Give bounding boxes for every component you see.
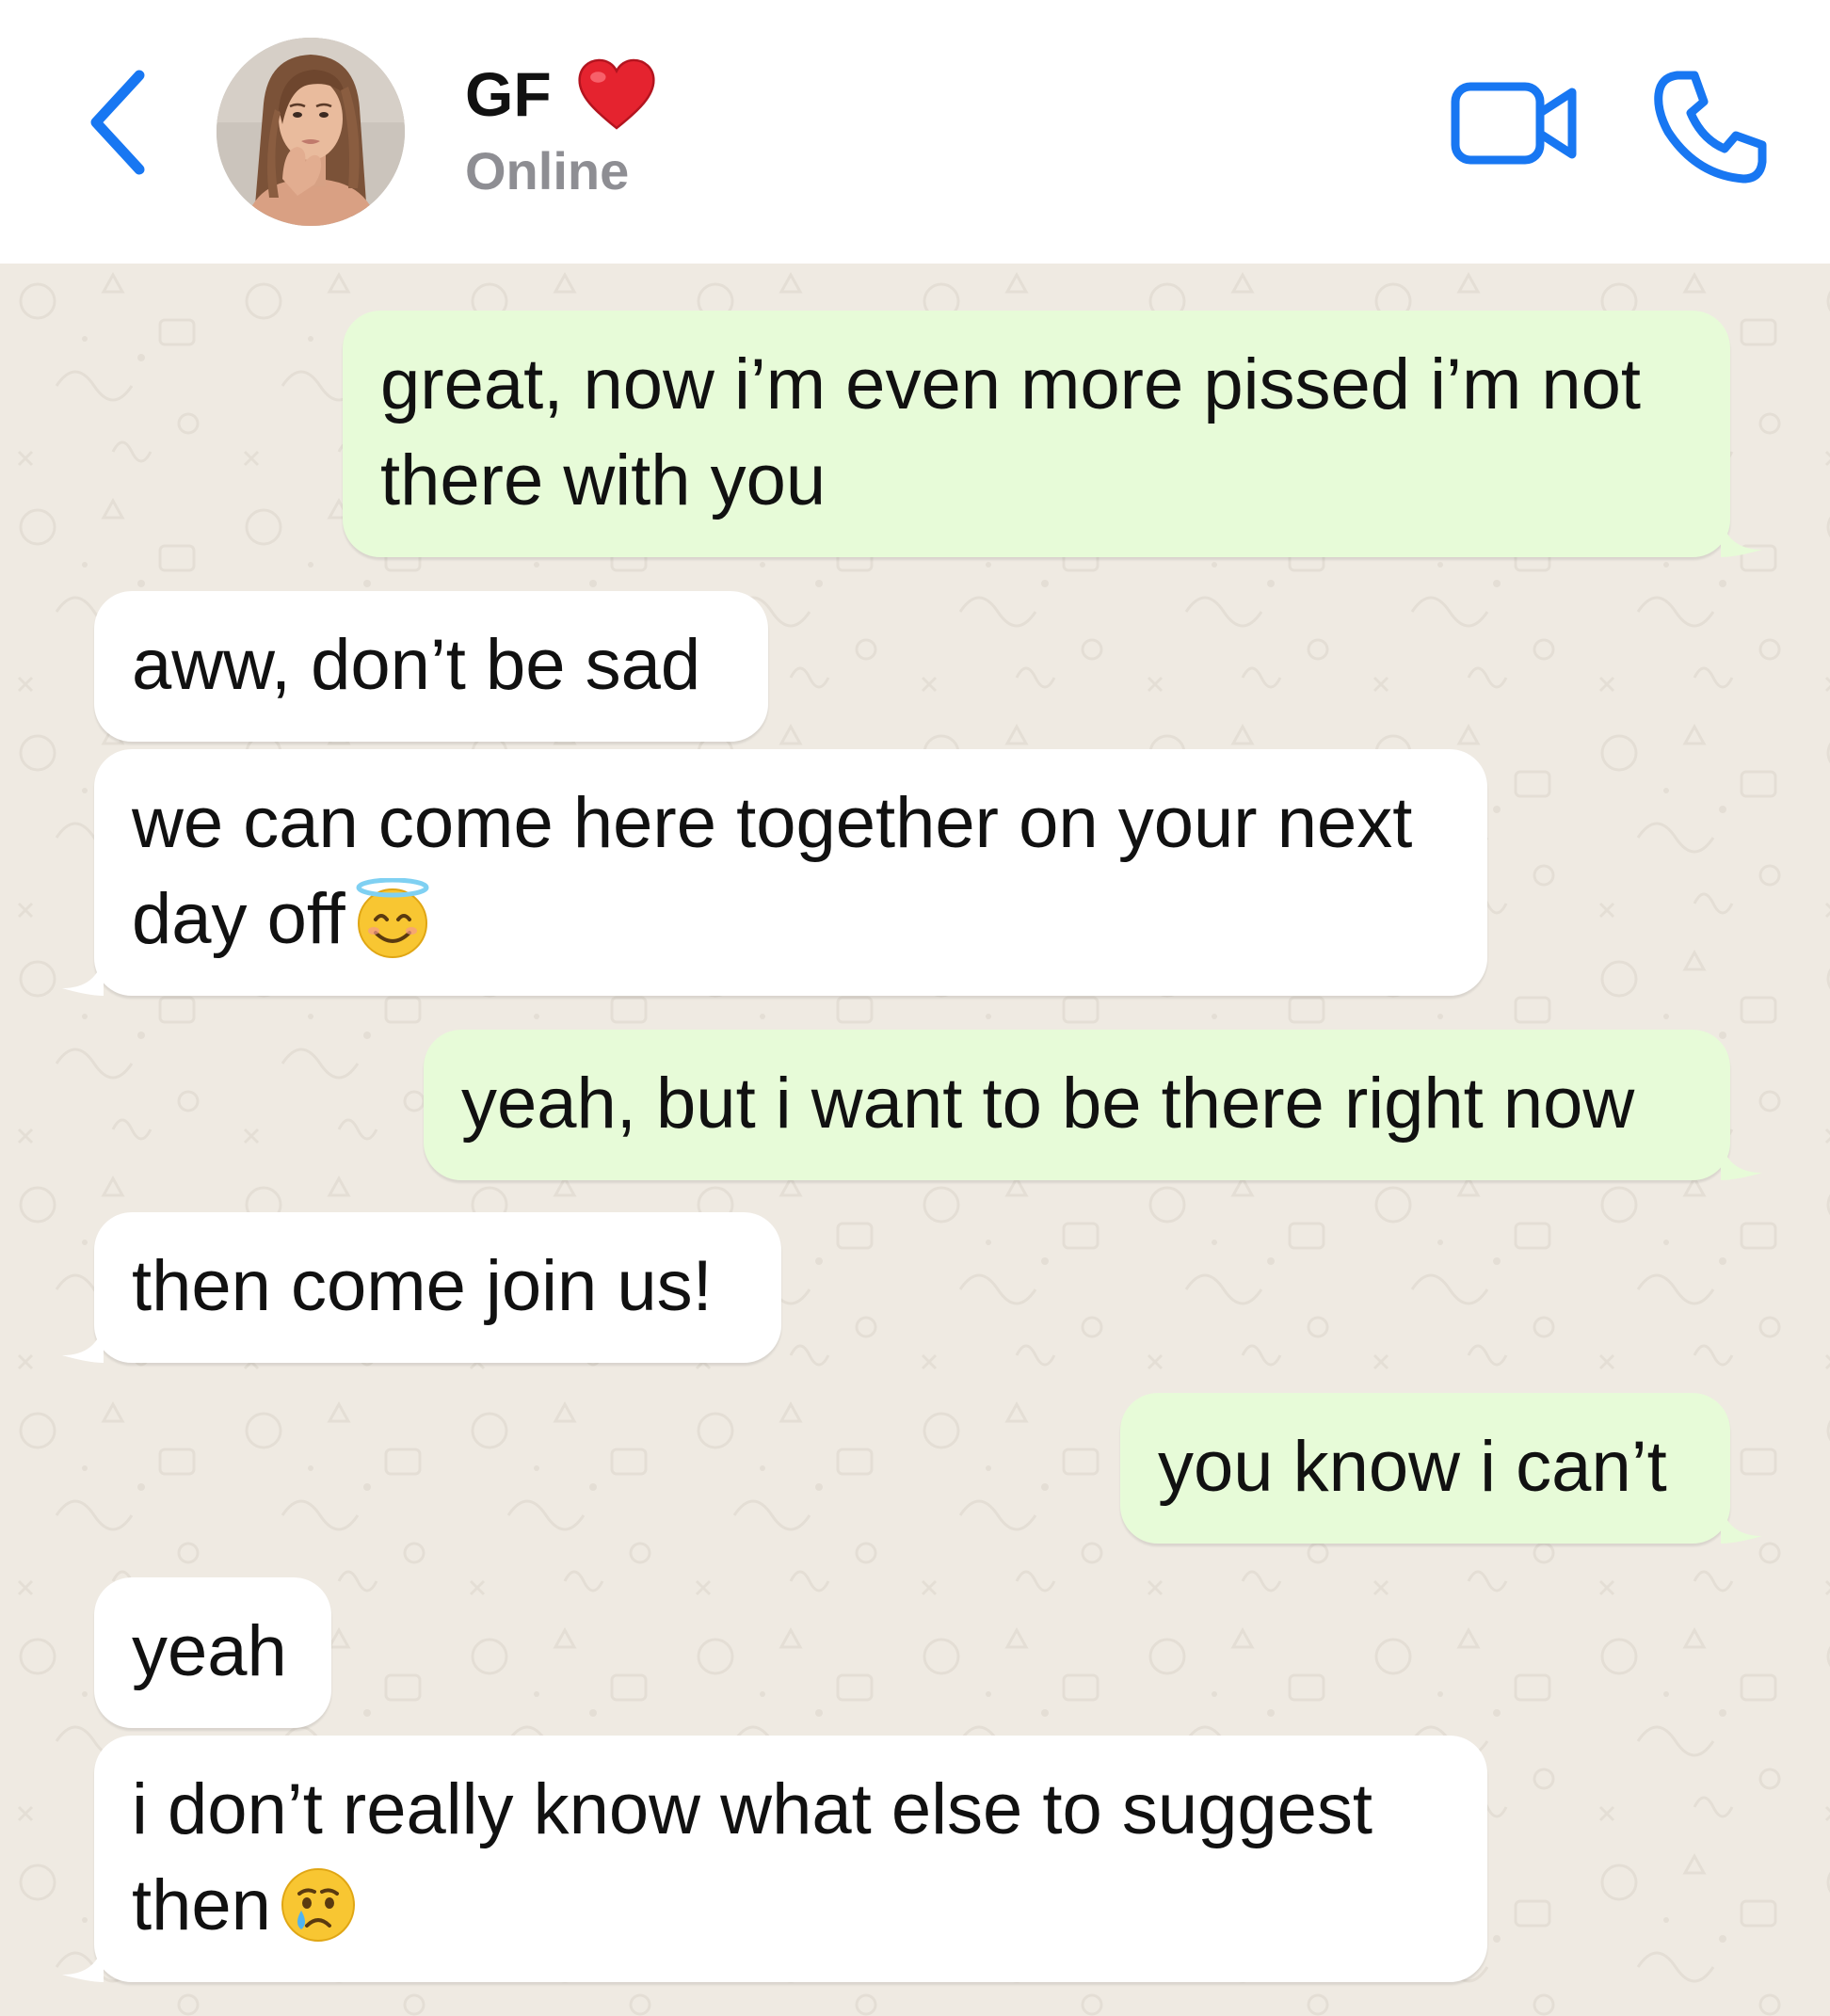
incoming-message[interactable]: i don’t really know what else to suggest… bbox=[62, 1736, 1487, 1982]
chat-area[interactable]: great, now i’m even more pissed i’m not … bbox=[0, 264, 1830, 2016]
outgoing-message[interactable]: great, now i’m even more pissed i’m not … bbox=[343, 311, 1762, 557]
video-call-button[interactable] bbox=[1450, 77, 1581, 171]
smiling-face-with-halo-icon bbox=[356, 877, 429, 958]
message-text: you know i can’t bbox=[1158, 1427, 1667, 1507]
message-text: we can come here together on your next d… bbox=[132, 783, 1413, 959]
incoming-message[interactable]: we can come here together on your next d… bbox=[62, 749, 1487, 996]
bubble-tail bbox=[1721, 516, 1762, 557]
incoming-message[interactable]: aww, don’t be sad bbox=[94, 591, 768, 742]
message-text: then come join us! bbox=[132, 1246, 713, 1326]
bubble-tail bbox=[62, 1321, 104, 1363]
bubble-tail bbox=[1721, 1502, 1762, 1544]
crying-face-icon bbox=[281, 1867, 355, 1942]
red-heart-icon bbox=[578, 58, 655, 130]
avatar-photo bbox=[217, 38, 405, 226]
outgoing-message[interactable]: yeah, but i want to be there right now bbox=[424, 1030, 1762, 1180]
bubble-tail bbox=[1721, 1139, 1762, 1180]
message-text: great, now i’m even more pissed i’m not … bbox=[380, 344, 1642, 520]
message-text: aww, don’t be sad bbox=[132, 625, 701, 705]
phone-icon bbox=[1654, 71, 1767, 184]
contact-status: Online bbox=[465, 141, 630, 200]
bubble-tail bbox=[62, 954, 104, 996]
contact-name[interactable]: GF bbox=[465, 58, 655, 136]
chevron-left-icon bbox=[90, 70, 145, 175]
message-text: yeah, but i want to be there right now bbox=[461, 1064, 1635, 1144]
contact-avatar[interactable] bbox=[217, 38, 405, 226]
back-button[interactable] bbox=[83, 66, 158, 179]
contact-name-text: GF bbox=[465, 59, 552, 129]
incoming-message[interactable]: yeah bbox=[94, 1577, 331, 1728]
voice-call-button[interactable] bbox=[1649, 66, 1772, 188]
incoming-message[interactable]: then come join us! bbox=[62, 1212, 781, 1363]
bubble-tail bbox=[62, 1941, 104, 1982]
chat-header: GF Online bbox=[0, 0, 1830, 264]
outgoing-message[interactable]: you know i can’t bbox=[1120, 1393, 1762, 1544]
video-camera-icon bbox=[1451, 82, 1577, 165]
message-text: yeah bbox=[132, 1611, 287, 1691]
